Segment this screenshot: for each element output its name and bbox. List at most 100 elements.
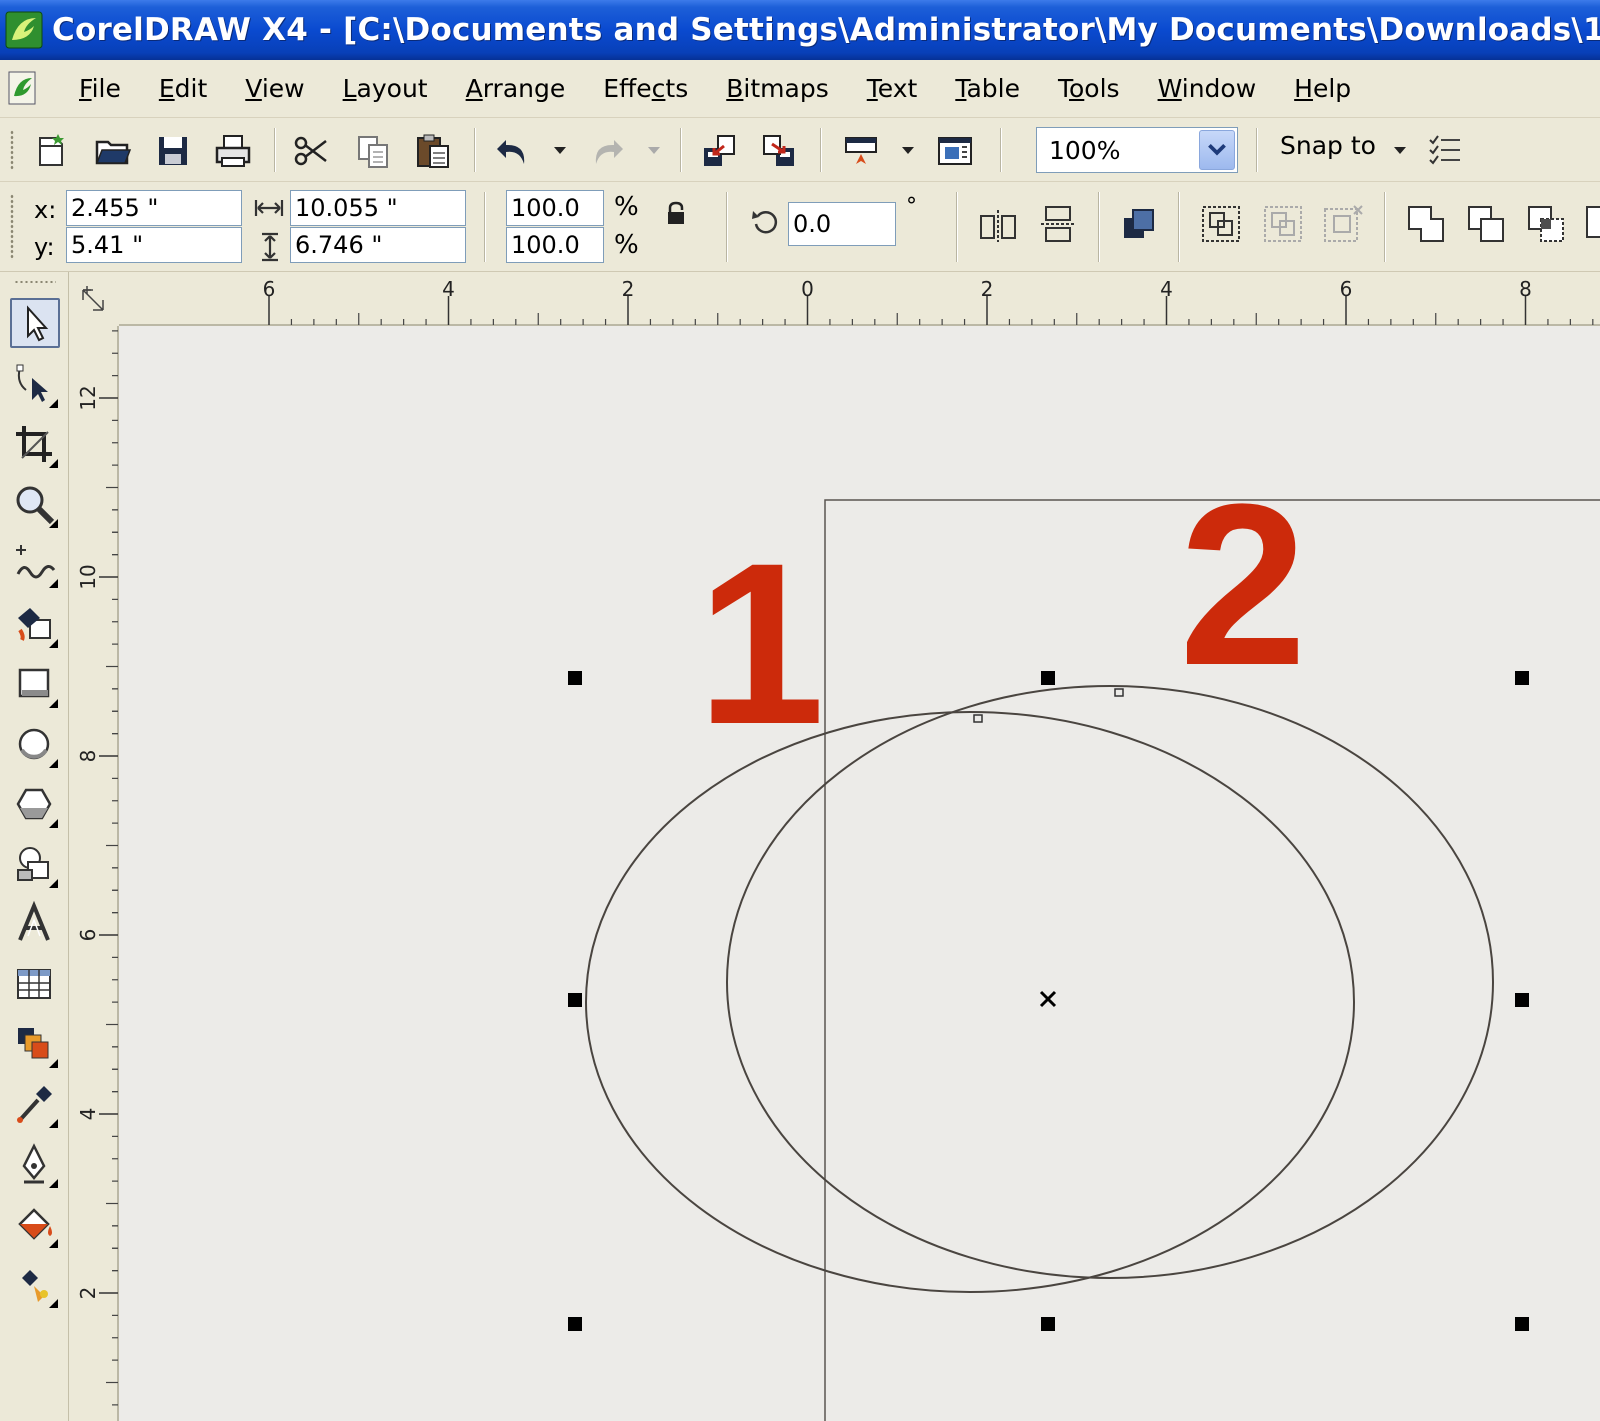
property-bar-grip[interactable] [10, 194, 14, 260]
ellipse-tool[interactable] [10, 720, 60, 770]
vertical-ruler[interactable]: 12 10 8 6 4 2 [69, 326, 119, 1421]
shape-tool[interactable] [10, 360, 60, 410]
scale-width-field[interactable]: 100.0 [506, 190, 604, 226]
menu-item[interactable]: Effects [584, 74, 707, 103]
menu-item[interactable]: Edit [140, 74, 226, 103]
welcome-screen-icon [938, 137, 972, 165]
crop-tool[interactable] [10, 420, 60, 470]
scale-height-field[interactable]: 100.0 [506, 227, 604, 263]
menu-item[interactable]: Layout [324, 74, 447, 103]
snap-to-dropdown-arrow[interactable] [1394, 147, 1406, 154]
mirror-vertical-icon[interactable] [1038, 204, 1078, 244]
cut-button[interactable] [292, 132, 330, 170]
menu-item[interactable]: Tools [1039, 74, 1139, 103]
simplify-icon[interactable] [1584, 204, 1600, 244]
node-marker[interactable] [973, 714, 983, 723]
selection-handle-bottom-right[interactable] [1515, 1317, 1529, 1331]
print-button[interactable] [214, 132, 252, 170]
selection-handle-left[interactable] [568, 993, 582, 1007]
horizontal-ruler[interactable]: 6 4 2 0 2 4 6 8 [119, 272, 1600, 326]
copy-button[interactable] [354, 132, 392, 170]
selection-handle-right[interactable] [1515, 993, 1529, 1007]
save-disk-icon [159, 137, 187, 165]
freehand-tool[interactable] [10, 540, 60, 590]
ellipse-2[interactable] [726, 685, 1494, 1279]
fill-tool[interactable] [10, 1200, 60, 1250]
menu-item[interactable]: Help [1275, 74, 1370, 103]
selection-handle-top-left[interactable] [568, 671, 582, 685]
ungroup-icon[interactable] [1262, 204, 1304, 244]
open-button[interactable] [94, 132, 132, 170]
drawing-canvas[interactable]: 1 2 [119, 326, 1600, 1421]
object-height-field[interactable]: 6.746 " [290, 227, 466, 263]
toolbar-separator [1098, 192, 1100, 262]
blend-tool[interactable] [10, 1020, 60, 1070]
rectangle-tool[interactable] [10, 660, 60, 710]
document-icon[interactable] [6, 70, 40, 108]
paste-button[interactable] [414, 132, 452, 170]
object-width-field[interactable]: 10.055 " [290, 190, 466, 226]
selection-handle-bottom[interactable] [1041, 1317, 1055, 1331]
toolbox-grip[interactable] [14, 280, 56, 284]
x-position-field[interactable]: 2.455 " [66, 190, 242, 226]
application-launcher-button[interactable] [842, 132, 880, 170]
ellipse-1[interactable] [585, 711, 1355, 1293]
undo-button[interactable] [494, 132, 532, 170]
interactive-fill-tool[interactable] [10, 1260, 60, 1310]
rotation-angle-field[interactable]: 0.0 [788, 202, 896, 246]
toolbar-separator [956, 192, 958, 262]
save-button[interactable] [154, 132, 192, 170]
ordering-icon[interactable] [1120, 206, 1158, 242]
lock-ratio-icon[interactable] [664, 200, 688, 228]
pick-tool[interactable] [10, 298, 60, 348]
redo-button[interactable] [588, 132, 626, 170]
weld-icon[interactable] [1406, 204, 1448, 244]
export-button[interactable] [760, 132, 798, 170]
menu-item[interactable]: View [226, 74, 323, 103]
table-tool[interactable] [10, 960, 60, 1010]
new-document-button[interactable] [32, 132, 70, 170]
zoom-level-combobox[interactable]: 100% [1036, 127, 1238, 173]
degree-symbol: ° [906, 194, 917, 219]
menu-item[interactable]: Window [1139, 74, 1276, 103]
ungroup-all-icon[interactable] [1322, 204, 1364, 244]
import-button[interactable] [700, 132, 738, 170]
smart-fill-tool[interactable] [10, 600, 60, 650]
ruler-label: 4 [442, 277, 455, 301]
toolbar-separator [274, 128, 276, 172]
toolbar-grip[interactable] [10, 130, 14, 170]
drawing-surface[interactable]: 1 2 [119, 326, 1600, 1421]
undo-dropdown-arrow[interactable] [554, 147, 566, 154]
welcome-screen-button[interactable] [936, 132, 974, 170]
outline-pen-tool[interactable] [10, 1140, 60, 1190]
menu-item[interactable]: Arrange [447, 74, 585, 103]
snap-to-button[interactable]: Snap to [1280, 131, 1376, 160]
selection-handle-bottom-left[interactable] [568, 1317, 582, 1331]
ruler-origin[interactable] [69, 272, 119, 326]
menu-item[interactable]: File [60, 74, 140, 103]
toolbar-separator [1256, 128, 1258, 172]
coreldraw-app-icon[interactable] [4, 10, 44, 50]
options-button[interactable] [1426, 132, 1464, 170]
menu-item[interactable]: Table [936, 74, 1039, 103]
menu-item[interactable]: Bitmaps [707, 74, 847, 103]
zoom-dropdown-button[interactable] [1199, 130, 1235, 170]
menu-item[interactable]: Text [848, 74, 937, 103]
basic-shapes-tool[interactable] [10, 840, 60, 890]
ruler-label: 0 [801, 277, 814, 301]
group-icon[interactable] [1200, 204, 1242, 244]
intersect-icon[interactable] [1526, 204, 1568, 244]
node-marker[interactable] [1114, 688, 1124, 697]
selection-handle-top-right[interactable] [1515, 671, 1529, 685]
selection-handle-top[interactable] [1041, 671, 1055, 685]
selection-center-marker[interactable] [1039, 990, 1057, 1008]
launcher-dropdown-arrow[interactable] [902, 147, 914, 154]
trim-icon[interactable] [1466, 204, 1508, 244]
redo-dropdown-arrow[interactable] [648, 147, 660, 154]
zoom-tool[interactable] [10, 480, 60, 530]
mirror-horizontal-icon[interactable] [978, 206, 1018, 244]
eyedropper-tool[interactable] [10, 1080, 60, 1130]
text-tool[interactable] [10, 900, 60, 950]
polygon-tool[interactable] [10, 780, 60, 830]
y-position-field[interactable]: 5.41 " [66, 227, 242, 263]
